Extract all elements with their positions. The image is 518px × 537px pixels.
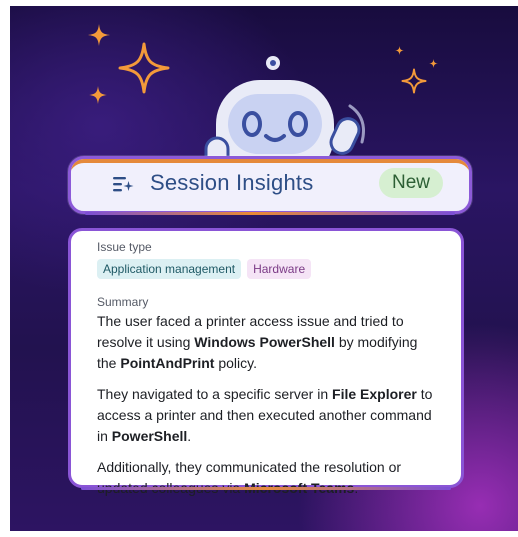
summary-paragraph-2: They navigated to a specific server in F…	[97, 386, 433, 444]
sparkle-icon	[89, 86, 107, 104]
highlight-powershell: PowerShell	[111, 428, 188, 444]
summary-paragraph-1: The user faced a printer access issue an…	[97, 313, 418, 371]
highlight-pointandprint: PointAndPrint	[120, 355, 215, 371]
highlight-file-explorer: File Explorer	[332, 386, 417, 402]
issue-type-label: Issue type	[97, 240, 152, 254]
highlight-windows-powershell: Windows PowerShell	[194, 334, 335, 350]
sparkle-list-icon	[113, 177, 134, 192]
sparkle-icon	[429, 59, 438, 68]
summary-paragraph-3: Additionally, they communicated the reso…	[97, 459, 402, 496]
highlight-microsoft-teams: Microsoft Teams	[244, 480, 355, 496]
sparkle-outline-icon	[401, 68, 427, 94]
sparkle-outline-icon	[118, 42, 170, 94]
new-badge: New	[379, 168, 443, 198]
banner-title: Session Insights	[150, 170, 314, 195]
sparkle-icon	[88, 24, 110, 46]
tag-application-management: Application management	[97, 259, 242, 279]
sparkle-icon	[395, 46, 404, 55]
tag-hardware: Hardware	[247, 259, 312, 279]
hero-canvas: Session Insights New Issue type Applicat…	[10, 6, 518, 531]
session-insights-banner: Session Insights New	[68, 156, 472, 215]
summary-label: Summary	[97, 295, 149, 309]
insights-card: Issue type Application management Hardwa…	[68, 228, 464, 496]
issue-type-tags: Application management Hardware	[97, 259, 435, 279]
